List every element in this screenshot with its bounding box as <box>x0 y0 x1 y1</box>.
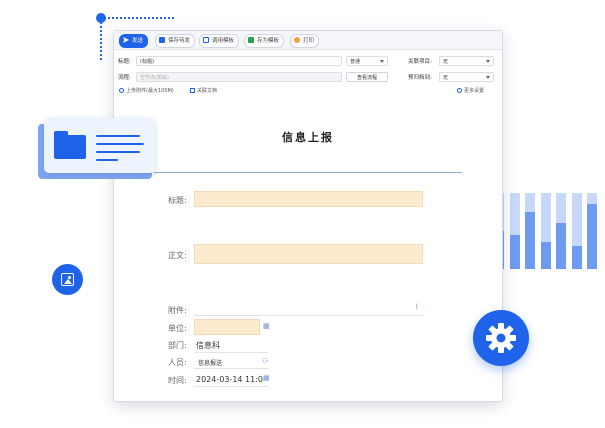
title-input[interactable]: (标题) <box>136 56 342 66</box>
title-label: 标题: <box>118 59 131 65</box>
image-frame <box>61 273 74 286</box>
time-label: 时间: <box>168 376 187 385</box>
bar-fill <box>509 234 520 269</box>
bar-fill <box>571 246 582 269</box>
decorative-bar <box>540 193 551 269</box>
chevron-down-icon <box>486 76 490 79</box>
send-label: 发送 <box>132 38 144 44</box>
use-template-button[interactable]: 调用模板 <box>199 34 240 48</box>
upload-attachment-link[interactable]: 上传附件(最大100M) <box>119 87 174 94</box>
form-title-label: 标题: <box>168 196 187 205</box>
decorative-bar <box>571 193 582 269</box>
decorative-bar <box>525 193 535 269</box>
person-label: 人员: <box>168 358 187 367</box>
title-divider <box>154 172 462 173</box>
attachment-field[interactable] <box>194 315 423 316</box>
template-icon <box>203 37 209 43</box>
bar-fill <box>556 223 566 269</box>
person-underline[interactable] <box>194 368 268 369</box>
form-title-input[interactable] <box>194 191 423 207</box>
process-label: 流程: <box>118 75 131 81</box>
related-doc-label: 关联文档 <box>197 88 218 94</box>
chevron-down-icon <box>380 60 384 63</box>
more-settings-label: 更多设置 <box>464 88 485 94</box>
person-value: 信息报送 <box>198 360 223 367</box>
save-draft-label: 保存待发 <box>168 38 191 44</box>
gear-icon <box>473 310 529 366</box>
print-icon <box>294 37 300 43</box>
dotted-connector-vertical <box>100 22 102 60</box>
department-underline <box>194 352 268 353</box>
document-icon <box>190 87 195 93</box>
decorative-bar <box>587 193 597 269</box>
chevron-down-icon <box>486 60 490 63</box>
time-underline <box>194 386 268 387</box>
folder-card <box>44 118 155 173</box>
related-doc-link[interactable]: 关联文档 <box>190 87 217 94</box>
calendar-icon[interactable]: ▦ <box>263 374 270 382</box>
decorative-bar <box>509 193 520 269</box>
form-window: 发送 保存待发 调用模板 存为模板 打印 标题: (标题) 普通 关联项目: 无… <box>113 30 503 402</box>
print-label: 打印 <box>303 38 315 44</box>
settings-icon <box>457 87 462 93</box>
save-as-template-label: 存为模板 <box>257 38 280 44</box>
paperclip-icon <box>119 87 124 93</box>
toolbar: 发送 保存待发 调用模板 存为模板 打印 <box>114 31 502 50</box>
body-input[interactable] <box>194 244 423 264</box>
budget-label: 预归档到: <box>408 75 432 81</box>
priority-value: 普通 <box>350 59 361 65</box>
card-line <box>96 135 140 137</box>
paperclip-icon[interactable]: ⌇ <box>415 303 418 311</box>
bar-fill <box>525 212 535 269</box>
department-label: 部门: <box>168 341 187 350</box>
upload-label: 上传附件(最大100M) <box>126 88 174 94</box>
bar-fill <box>587 204 597 269</box>
image-icon <box>52 264 83 295</box>
dotted-connector-horizontal <box>104 17 174 19</box>
body-label: 正文: <box>168 251 187 260</box>
budget-select[interactable]: 无 <box>439 72 494 82</box>
card-line <box>96 143 144 145</box>
department-value: 信息科 <box>196 341 220 350</box>
image-mountain <box>64 279 72 284</box>
unit-label: 单位: <box>168 324 187 333</box>
save-template-icon <box>248 37 254 43</box>
priority-select[interactable]: 普通 <box>346 56 388 66</box>
gear-svg <box>486 323 516 353</box>
unit-input[interactable] <box>194 319 260 335</box>
card-line <box>96 151 140 153</box>
decorative-bar <box>556 193 566 269</box>
more-settings-link[interactable]: 更多设置 <box>457 87 484 94</box>
save-icon <box>159 37 165 43</box>
related-project-label: 关联项目: <box>408 59 432 65</box>
send-button[interactable]: 发送 <box>119 34 149 48</box>
form-title: 信息上报 <box>282 131 334 144</box>
connector-dot <box>96 13 106 23</box>
use-template-label: 调用模板 <box>212 38 235 44</box>
org-picker-icon[interactable]: ▦ <box>263 322 270 330</box>
save-as-template-button[interactable]: 存为模板 <box>244 34 285 48</box>
save-draft-button[interactable]: 保存待发 <box>155 34 196 48</box>
process-input[interactable]: 空节点(知会) <box>136 72 342 82</box>
send-icon <box>123 37 129 43</box>
user-icon[interactable]: ⚇ <box>262 357 268 365</box>
attachment-label: 附件: <box>168 306 187 315</box>
related-project-select[interactable]: 无 <box>439 56 494 66</box>
budget-value: 无 <box>443 75 449 81</box>
folder-icon-body <box>54 135 86 159</box>
print-button[interactable]: 打印 <box>290 34 320 48</box>
related-project-value: 无 <box>443 59 449 65</box>
time-value[interactable]: 2024-03-14 11:0 <box>196 375 263 384</box>
card-line <box>96 159 118 161</box>
view-process-button[interactable]: 查看流程 <box>346 72 388 82</box>
bar-fill <box>540 242 551 269</box>
